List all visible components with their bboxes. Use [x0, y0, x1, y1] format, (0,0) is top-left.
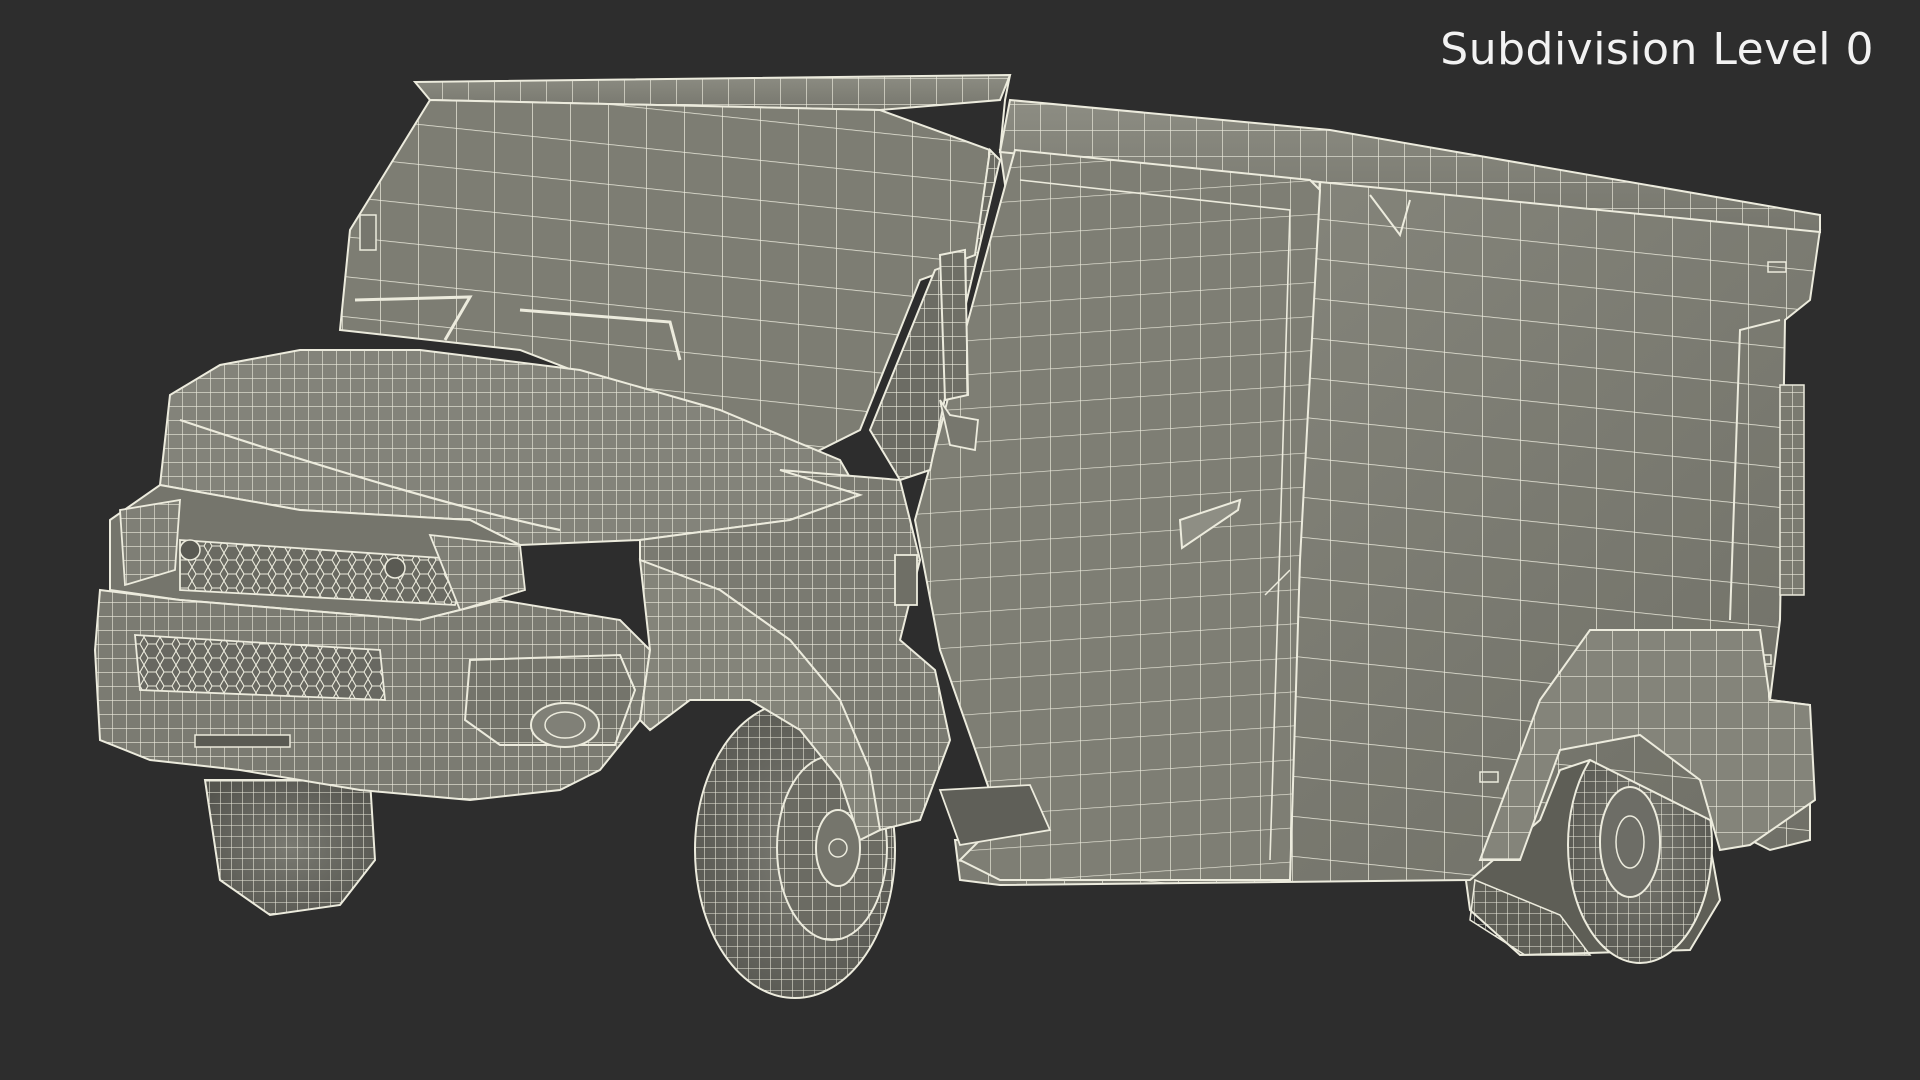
van-wireframe-render [93, 73, 1822, 999]
front-left-wheel [203, 779, 377, 917]
subdivision-level-label: Subdivision Level 0 [1440, 24, 1874, 75]
viewport: Subdivision Level 0 [0, 0, 1920, 1080]
front-bumper [93, 588, 652, 802]
